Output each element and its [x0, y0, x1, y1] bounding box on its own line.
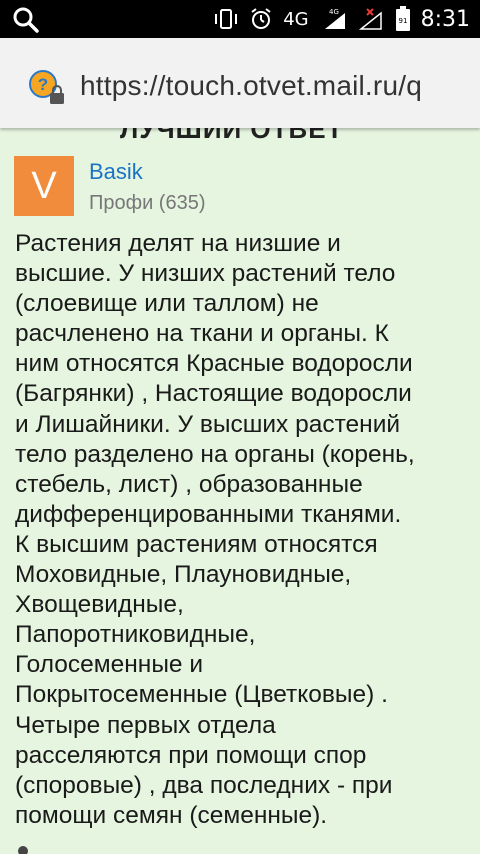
answer-line: ним относятся Красные водоросли: [15, 350, 413, 378]
svg-text:?: ?: [38, 75, 48, 94]
status-icons: 4G 4G 91 8:31: [213, 0, 470, 38]
answer-line: высшие. У низших растений тело: [15, 260, 396, 288]
alarm-icon: [249, 7, 273, 31]
url-text[interactable]: https://touch.otvet.mail.ru/q: [80, 70, 422, 102]
answer-line: стебель, лист) , образованные: [15, 470, 363, 498]
answer-line: К высшим растениям относятся: [15, 530, 378, 558]
answer-text: Растения делят на низшие и высшие. У низ…: [15, 229, 475, 831]
signal-icon: 4G: [323, 7, 349, 31]
vibrate-icon: [213, 8, 239, 30]
page-content: ЛУЧШИЙ ОТВЕТ V Basik Профи (635) Растени…: [0, 128, 480, 854]
no-signal-icon: [358, 7, 385, 31]
battery-level: 91: [398, 17, 407, 25]
author-rank: Профи (635): [89, 192, 206, 214]
avatar-letter: V: [31, 164, 57, 207]
network-sup-label: 4G: [329, 8, 339, 16]
network-type-label: 4G: [283, 8, 309, 30]
answer-line: дифференцированными тканями.: [15, 500, 402, 528]
cut-off-bullet: [18, 846, 28, 854]
browser-url-bar[interactable]: ? https://touch.otvet.mail.ru/q: [0, 38, 480, 128]
answer-line: и Лишайники. У высших растений: [15, 410, 401, 438]
site-favicon-lock-icon: ?: [28, 69, 66, 107]
answer-line: помощи семян (семенные).: [15, 801, 328, 829]
answer-line: расселяются при помощи спор: [15, 741, 367, 769]
answer-line: Растения делят на низшие и: [15, 230, 341, 257]
answer-line: (споровые) , два последних - при: [15, 771, 393, 799]
answer-line: расчленено на ткани и органы. К: [15, 320, 389, 348]
clock: 8:31: [420, 6, 470, 32]
answer-line: Четыре первых отдела: [15, 711, 276, 739]
answer-line: (слоевище или таллом) не: [15, 290, 319, 318]
battery-icon: 91: [395, 6, 411, 32]
section-heading-cut: ЛУЧШИЙ ОТВЕТ: [120, 128, 344, 144]
answer-line: Моховидные, Плауновидные,: [15, 561, 352, 589]
answer-line: Голосеменные и: [15, 651, 204, 679]
answer-line: тело разделено на органы (корень,: [15, 440, 415, 468]
status-bar: 4G 4G 91 8:31: [0, 0, 480, 38]
answer-line: Покрытосеменные (Цветковые) .: [15, 681, 388, 709]
answer-line: Хвощевидные,: [15, 591, 184, 619]
answer-line: Папоротниковидные,: [15, 621, 256, 649]
answer-line: (Багрянки) , Настоящие водоросли: [15, 380, 412, 408]
author-name-link[interactable]: Basik: [89, 159, 143, 185]
author-avatar[interactable]: V: [14, 156, 74, 216]
search-icon[interactable]: [12, 6, 40, 34]
